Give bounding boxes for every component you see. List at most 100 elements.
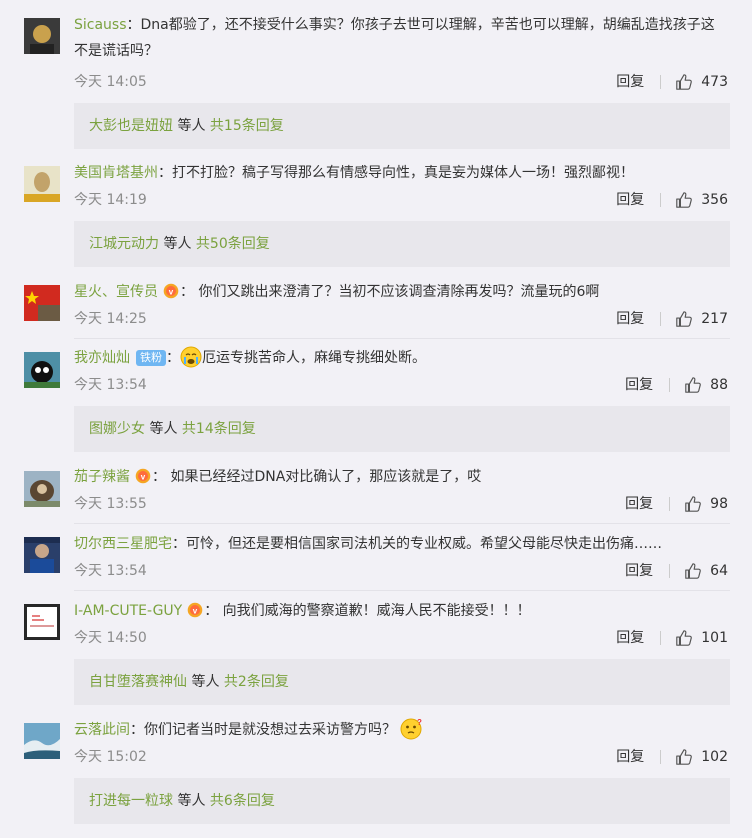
timestamp: 今天 14:50 <box>74 630 147 646</box>
like-button[interactable]: 473 <box>675 70 728 94</box>
username[interactable]: 切尔西三星肥宅 <box>74 536 172 552</box>
comment-body: 厄运专挑苦命人，麻绳专挑细处断。 <box>202 350 426 366</box>
avatar[interactable] <box>24 723 60 759</box>
username[interactable]: 茄子辣酱 <box>74 469 130 485</box>
reply-mid: 等人 <box>191 674 220 690</box>
divider <box>660 312 662 326</box>
reply-mid: 等人 <box>163 236 192 252</box>
thumbs-up-icon <box>675 748 693 766</box>
like-button[interactable]: 88 <box>684 373 728 397</box>
comment-body: 如果已经经过DNA对比确认了，那应该就是了，哎 <box>170 469 482 485</box>
reply-count[interactable]: 共2条回复 <box>224 674 289 690</box>
like-button[interactable]: 98 <box>684 492 728 516</box>
username[interactable]: 星火、宣传员 <box>74 284 158 300</box>
like-button[interactable]: 101 <box>675 626 728 650</box>
like-count: 217 <box>701 311 728 327</box>
reply-summary[interactable]: 图娜少女 等人 共14条回复 <box>74 406 730 452</box>
divider <box>660 750 662 764</box>
timestamp: 今天 13:54 <box>74 377 147 393</box>
comment-text: 切尔西三星肥宅：可怜，但还是要相信国家司法机关的专业权威。希望父母能尽快走出伤痛… <box>74 536 662 552</box>
avatar[interactable] <box>24 166 60 202</box>
divider <box>74 338 730 339</box>
reply-mid: 等人 <box>149 421 178 437</box>
avatar[interactable] <box>24 471 60 507</box>
thumbs-up-icon <box>684 562 702 580</box>
comment-body: 向我们威海的警察道歉！威海人民不能接受！！！ <box>222 603 531 619</box>
reply-button[interactable]: 回复 <box>616 307 644 331</box>
reply-user[interactable]: 打进每一粒球 <box>89 793 173 809</box>
thumbs-up-icon <box>675 73 693 91</box>
reply-user[interactable]: 图娜少女 <box>89 421 145 437</box>
comment-body: 你们又跳出来澄清了？当初不应该调查清除再发吗？流量玩的6啊 <box>198 284 600 300</box>
reply-summary[interactable]: 自甘堕落赛神仙 等人 共2条回复 <box>74 659 730 705</box>
username[interactable]: 我亦灿灿 <box>74 350 130 366</box>
avatar[interactable] <box>24 352 60 388</box>
thumbs-up-icon <box>675 629 693 647</box>
reply-button[interactable]: 回复 <box>616 745 644 769</box>
divider <box>660 193 662 207</box>
divider <box>74 523 730 524</box>
comment-text: 星火、宣传员： 你们又跳出来澄清了？当初不应该调查清除再发吗？流量玩的6啊 <box>74 283 600 300</box>
username[interactable]: I-AM-CUTE-GUY <box>74 603 182 619</box>
reply-user[interactable]: 自甘堕落赛神仙 <box>89 674 187 690</box>
username[interactable]: 美国肯塔基州 <box>74 165 158 181</box>
avatar[interactable] <box>24 18 60 54</box>
thinking-face-icon: ? <box>400 718 422 740</box>
reply-button[interactable]: 回复 <box>616 626 644 650</box>
like-button[interactable]: 356 <box>675 188 728 212</box>
like-count: 64 <box>710 563 728 579</box>
timestamp: 今天 15:02 <box>74 749 147 765</box>
like-count: 356 <box>701 192 728 208</box>
vip-badge-icon <box>186 602 204 618</box>
fan-badge: 铁粉 <box>136 350 166 366</box>
divider <box>660 75 662 89</box>
reply-user[interactable]: 大彭也是妞妞 <box>89 118 173 134</box>
avatar[interactable] <box>24 537 60 573</box>
reply-count[interactable]: 共15条回复 <box>210 118 284 134</box>
reply-count[interactable]: 共50条回复 <box>196 236 270 252</box>
comment-body: 可怜，但还是要相信国家司法机关的专业权威。希望父母能尽快走出伤痛…… <box>186 536 662 552</box>
like-button[interactable]: 64 <box>684 559 728 583</box>
reply-button[interactable]: 回复 <box>625 373 653 397</box>
svg-text:?: ? <box>417 718 422 727</box>
reply-button[interactable]: 回复 <box>625 559 653 583</box>
reply-mid: 等人 <box>177 793 206 809</box>
reply-button[interactable]: 回复 <box>616 188 644 212</box>
avatar[interactable] <box>24 604 60 640</box>
reply-user[interactable]: 江城元动力 <box>89 236 159 252</box>
divider <box>669 564 671 578</box>
like-button[interactable]: 102 <box>675 745 728 769</box>
like-button[interactable]: 217 <box>675 307 728 331</box>
reply-mid: 等人 <box>177 118 206 134</box>
reply-count[interactable]: 共14条回复 <box>182 421 256 437</box>
thumbs-up-icon <box>675 310 693 328</box>
timestamp: 今天 14:25 <box>74 311 147 327</box>
thumbs-up-icon <box>684 376 702 394</box>
thumbs-up-icon <box>675 191 693 209</box>
comment-text: Sicauss：Dna都验了，还不接受什么事实？你孩子去世可以理解，辛苦也可以理… <box>74 17 715 59</box>
comment-text: 我亦灿灿 铁粉：厄运专挑苦命人，麻绳专挑细处断。 <box>74 345 728 371</box>
comment-text: 美国肯塔基州：打不打脸？稿子写得那么有情感导向性，真是妄为媒体人一场！强烈鄙视！ <box>74 165 634 181</box>
vip-badge-icon <box>162 283 180 299</box>
reply-button[interactable]: 回复 <box>625 492 653 516</box>
like-count: 98 <box>710 496 728 512</box>
timestamp: 今天 14:19 <box>74 192 147 208</box>
reply-summary[interactable]: 打进每一粒球 等人 共6条回复 <box>74 778 730 824</box>
username[interactable]: 云落此间 <box>74 722 130 738</box>
comment-text: I-AM-CUTE-GUY： 向我们威海的警察道歉！威海人民不能接受！！！ <box>74 602 531 619</box>
like-count: 473 <box>701 74 728 90</box>
like-count: 101 <box>701 630 728 646</box>
username[interactable]: Sicauss <box>74 17 127 33</box>
reply-summary[interactable]: 江城元动力 等人 共50条回复 <box>74 221 730 267</box>
vip-badge-icon <box>134 468 152 484</box>
reply-count[interactable]: 共6条回复 <box>210 793 275 809</box>
reply-button[interactable]: 回复 <box>616 70 644 94</box>
thumbs-up-icon <box>684 495 702 513</box>
comment-text: 云落此间：你们记者当时是就没想过去采访警方吗？ ? <box>74 718 423 740</box>
comment-text: 茄子辣酱： 如果已经经过DNA对比确认了，那应该就是了，哎 <box>74 468 482 485</box>
reply-summary[interactable]: 大彭也是妞妞 等人 共15条回复 <box>74 103 730 149</box>
crying-face-icon <box>180 346 202 368</box>
like-count: 102 <box>701 749 728 765</box>
divider <box>669 497 671 511</box>
avatar[interactable] <box>24 285 60 321</box>
